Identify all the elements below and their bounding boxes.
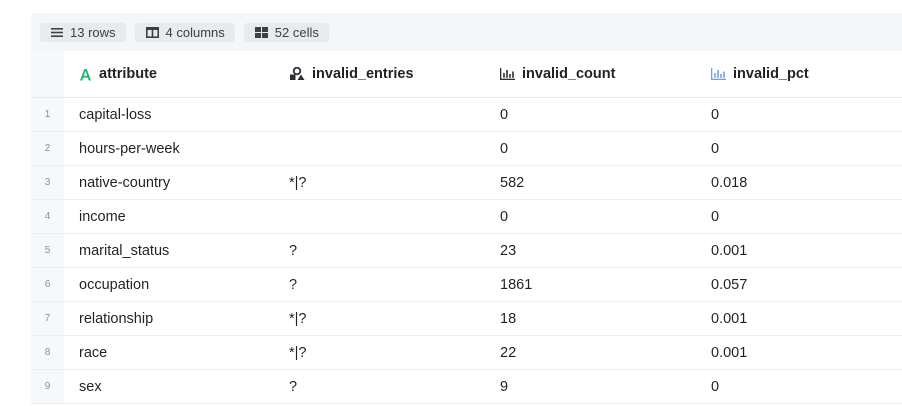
invalid-count-cell[interactable]: 582 — [485, 175, 696, 191]
text-type-icon — [79, 68, 92, 81]
table-row[interactable]: 4 income 0 0 — [31, 200, 902, 234]
table-header-row: attribute invalid_entries invalid_count … — [31, 51, 902, 98]
column-header-label: invalid_entries — [312, 66, 414, 82]
column-header-label: invalid_pct — [733, 66, 809, 82]
attribute-cell[interactable]: native-country — [64, 175, 274, 191]
invalid-entries-cell[interactable]: *|? — [274, 175, 485, 191]
invalid-pct-cell[interactable]: 0 — [696, 141, 902, 157]
data-table-panel: 13 rows 4 columns 52 cells attribute inv… — [31, 13, 902, 406]
rows-count-label: 13 rows — [70, 24, 116, 40]
column-header-invalid-entries[interactable]: invalid_entries — [274, 51, 485, 97]
invalid-entries-cell[interactable]: *|? — [274, 311, 485, 327]
invalid-count-cell[interactable]: 23 — [485, 243, 696, 259]
row-index: 5 — [31, 234, 64, 267]
invalid-count-cell[interactable]: 9 — [485, 379, 696, 395]
invalid-pct-cell[interactable]: 0.001 — [696, 345, 902, 361]
column-header-label: invalid_count — [522, 66, 616, 82]
attribute-cell[interactable]: race — [64, 345, 274, 361]
attribute-cell[interactable]: capital-loss — [64, 107, 274, 123]
column-header-invalid-pct[interactable]: invalid_pct — [696, 51, 902, 97]
row-index: 6 — [31, 268, 64, 301]
row-index: 1 — [31, 98, 64, 131]
invalid-pct-cell[interactable]: 0.001 — [696, 243, 902, 259]
column-header-invalid-count[interactable]: invalid_count — [485, 51, 696, 97]
data-table: attribute invalid_entries invalid_count … — [31, 51, 902, 404]
invalid-count-cell[interactable]: 1861 — [485, 277, 696, 293]
invalid-count-cell[interactable]: 0 — [485, 107, 696, 123]
row-index: 9 — [31, 370, 64, 403]
column-header-attribute[interactable]: attribute — [64, 51, 274, 97]
attribute-cell[interactable]: hours-per-week — [64, 141, 274, 157]
table-stats-bar: 13 rows 4 columns 52 cells — [31, 13, 902, 51]
table-row[interactable]: 5 marital_status ? 23 0.001 — [31, 234, 902, 268]
table-row[interactable]: 1 capital-loss 0 0 — [31, 98, 902, 132]
index-header — [31, 51, 64, 97]
invalid-entries-cell[interactable]: *|? — [274, 345, 485, 361]
row-index: 4 — [31, 200, 64, 233]
invalid-pct-cell[interactable]: 0.001 — [696, 311, 902, 327]
invalid-entries-cell[interactable]: ? — [274, 379, 485, 395]
table-row[interactable]: 6 occupation ? 1861 0.057 — [31, 268, 902, 302]
table-row[interactable]: 8 race *|? 22 0.001 — [31, 336, 902, 370]
cells-count-chip: 52 cells — [243, 22, 329, 42]
invalid-entries-cell[interactable]: ? — [274, 277, 485, 293]
bar-chart-icon — [711, 68, 726, 80]
invalid-pct-cell[interactable]: 0.057 — [696, 277, 902, 293]
attribute-cell[interactable]: occupation — [64, 277, 274, 293]
invalid-pct-cell[interactable]: 0 — [696, 379, 902, 395]
table-row[interactable]: 7 relationship *|? 18 0.001 — [31, 302, 902, 336]
attribute-cell[interactable]: income — [64, 209, 274, 225]
invalid-count-cell[interactable]: 0 — [485, 141, 696, 157]
invalid-pct-cell[interactable]: 0.018 — [696, 175, 902, 191]
cells-grid-icon — [254, 26, 268, 38]
invalid-count-cell[interactable]: 22 — [485, 345, 696, 361]
invalid-pct-cell[interactable]: 0 — [696, 107, 902, 123]
row-index: 2 — [31, 132, 64, 165]
columns-count-chip: 4 columns — [134, 22, 235, 42]
invalid-count-cell[interactable]: 0 — [485, 209, 696, 225]
attribute-cell[interactable]: sex — [64, 379, 274, 395]
cells-count-label: 52 cells — [274, 24, 319, 40]
columns-count-label: 4 columns — [165, 24, 225, 40]
invalid-pct-cell[interactable]: 0 — [696, 209, 902, 225]
mixed-type-icon — [289, 67, 305, 81]
bar-chart-icon — [500, 68, 515, 80]
attribute-cell[interactable]: marital_status — [64, 243, 274, 259]
invalid-entries-cell[interactable]: ? — [274, 243, 485, 259]
table-row[interactable]: 2 hours-per-week 0 0 — [31, 132, 902, 166]
columns-icon — [145, 26, 159, 38]
row-index: 8 — [31, 336, 64, 369]
table-row[interactable]: 9 sex ? 9 0 — [31, 370, 902, 404]
row-index: 7 — [31, 302, 64, 335]
invalid-count-cell[interactable]: 18 — [485, 311, 696, 327]
attribute-cell[interactable]: relationship — [64, 311, 274, 327]
row-index: 3 — [31, 166, 64, 199]
column-header-label: attribute — [99, 66, 157, 82]
rows-count-chip: 13 rows — [40, 22, 126, 42]
table-row[interactable]: 3 native-country *|? 582 0.018 — [31, 166, 902, 200]
rows-icon — [51, 27, 63, 38]
